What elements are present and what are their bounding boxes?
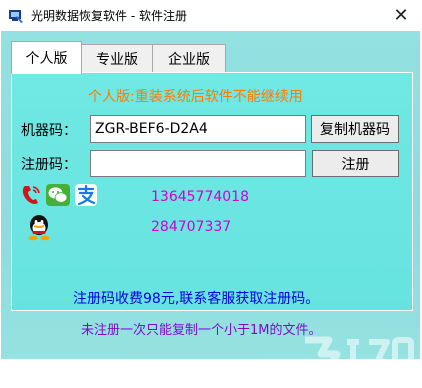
qq-icon [28, 215, 50, 241]
phone-number: 13645774018 [151, 189, 249, 205]
phone-icon [22, 186, 40, 204]
reg-code-label: 注册码： [21, 157, 77, 173]
tab-professional[interactable]: 专业版 [80, 44, 154, 72]
close-button[interactable]: ✕ [380, 0, 422, 31]
reg-code-field[interactable] [90, 150, 306, 177]
tab-personal-label: 个人版 [25, 51, 68, 67]
alipay-icon [75, 184, 97, 206]
wechat-icon [46, 184, 70, 206]
window-title: 光明数据恢复软件 - 软件注册 [31, 9, 187, 23]
watermark-logo-icon [305, 336, 414, 379]
copy-machine-code-label: 复制机器码 [320, 122, 390, 138]
price-info: 注册码收费98元,联系客服获取注册码。 [73, 291, 320, 307]
client-area: 个人版 专业版 企业版 个人版:重装系统后软件不能继续用 机器码： 复制机器码 … [1, 31, 420, 379]
qq-number: 284707337 [151, 219, 232, 235]
registration-window: 光明数据恢复软件 - 软件注册 ✕ 个人版 专业版 企业版 个人版:重装系统后软… [0, 0, 422, 379]
title-bar: 光明数据恢复软件 - 软件注册 ✕ [0, 0, 422, 31]
app-icon [9, 10, 23, 23]
tab-enterprise-label: 企业版 [168, 51, 210, 68]
tab-personal[interactable]: 个人版 [11, 41, 82, 74]
register-button[interactable]: 注册 [312, 150, 399, 177]
machine-code-field[interactable] [90, 115, 306, 143]
trial-limit-note: 未注册一次只能复制一个小于1M的文件。 [81, 323, 322, 338]
tab-professional-label: 专业版 [96, 51, 138, 68]
copy-machine-code-button[interactable]: 复制机器码 [311, 115, 399, 143]
tab-enterprise[interactable]: 企业版 [152, 44, 226, 72]
machine-code-label: 机器码： [21, 123, 77, 139]
close-icon: ✕ [393, 5, 409, 26]
register-button-label: 注册 [341, 156, 370, 173]
edition-warning: 个人版:重装系统后软件不能继续用 [88, 89, 303, 105]
